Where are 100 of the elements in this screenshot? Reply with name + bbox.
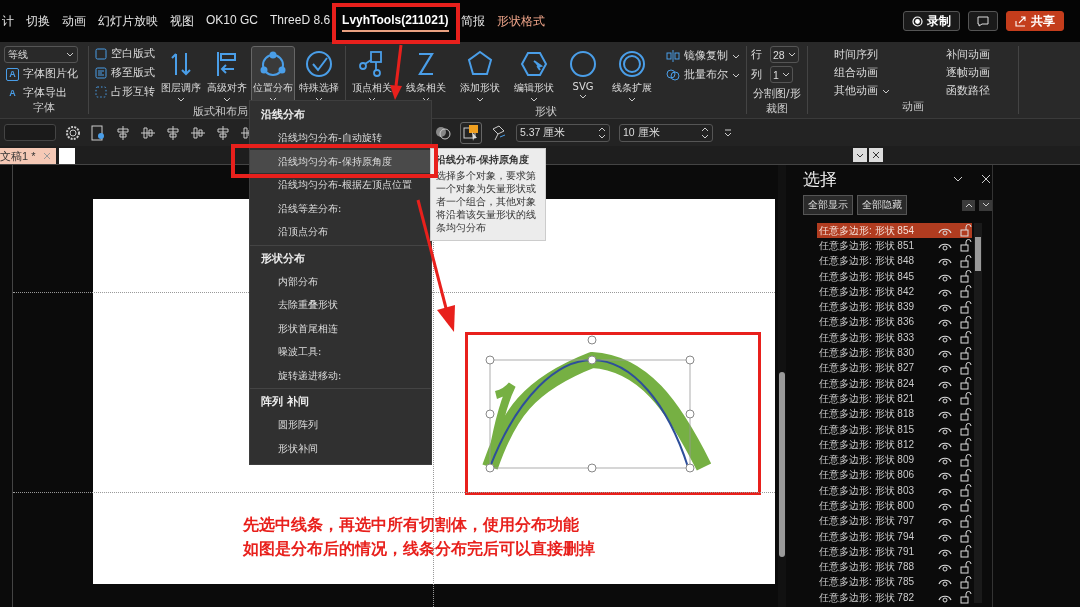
new-document-tab[interactable] — [59, 148, 76, 164]
ribbon-tab[interactable]: OK10 GC — [206, 13, 259, 32]
eye-icon[interactable] — [938, 363, 952, 374]
height-field[interactable]: 5.37 厘米 — [516, 123, 610, 142]
unlock-icon[interactable] — [960, 484, 972, 498]
more-icon[interactable] — [722, 126, 734, 139]
unlock-icon[interactable] — [960, 254, 972, 268]
unlock-icon[interactable] — [960, 270, 972, 284]
ribbon-button[interactable]: 组合动画 — [831, 64, 942, 82]
shape-list-item[interactable]: 任意多边形: 形状 803 — [817, 483, 972, 499]
eye-icon[interactable] — [938, 470, 952, 481]
shape-list-item[interactable]: 任意多边形: 形状 827 — [817, 360, 972, 376]
ribbon-button[interactable]: A 字体导出 — [4, 85, 84, 101]
close-icon[interactable] — [869, 148, 884, 162]
unlock-icon[interactable] — [960, 377, 972, 391]
ribbon-button[interactable]: 其他动画 — [831, 82, 942, 100]
comment-button[interactable] — [968, 11, 998, 31]
align-icon[interactable] — [215, 124, 231, 141]
eye-icon[interactable] — [938, 256, 952, 267]
menu-item[interactable]: 沿顶点分布 — [250, 220, 431, 244]
menu-item[interactable]: 沿线均匀分布-保持原角度 — [250, 149, 431, 173]
split-button[interactable]: 分割图/形 — [751, 86, 803, 102]
unlock-icon[interactable] — [960, 591, 972, 605]
unlock-icon[interactable] — [960, 361, 972, 375]
shape-list-item[interactable]: 任意多边形: 形状 848 — [817, 253, 972, 269]
shape-list-item[interactable]: 任意多边形: 形状 782 — [817, 590, 972, 606]
ribbon-tab[interactable]: 动画 — [62, 13, 86, 32]
menu-item[interactable]: 圆形阵列 — [250, 413, 431, 437]
ribbon-large-button[interactable]: SVG — [566, 46, 600, 105]
shape-list-item[interactable]: 任意多边形: 形状 806 — [817, 467, 972, 484]
eye-icon[interactable] — [938, 501, 952, 511]
shape-list-item[interactable]: 任意多边形: 形状 794 — [817, 528, 972, 545]
selection-pane-icon[interactable] — [460, 121, 482, 144]
unlock-icon[interactable] — [960, 392, 972, 406]
ribbon-button[interactable]: 补间动画 — [943, 46, 1004, 64]
unlock-icon[interactable] — [960, 499, 972, 513]
unlock-icon[interactable] — [960, 545, 972, 559]
frame-icon[interactable] — [90, 124, 106, 141]
shape-list-item[interactable]: 任意多边形: 形状 845 — [817, 268, 972, 285]
menu-item[interactable]: 形状首尾相连 — [250, 316, 431, 340]
unlock-icon[interactable] — [960, 315, 972, 329]
align-icon[interactable] — [115, 124, 131, 141]
menu-item[interactable]: 形状补间 — [250, 436, 431, 460]
unlock-icon[interactable] — [960, 453, 972, 467]
align-icon[interactable] — [190, 124, 206, 141]
shape-list-item[interactable]: 任意多边形: 形状 788 — [817, 559, 972, 575]
merge-shapes-icon[interactable] — [435, 124, 451, 141]
ribbon-large-button[interactable]: 线条相关 — [404, 46, 448, 105]
eye-icon[interactable] — [938, 302, 952, 313]
ribbon-tab[interactable]: 切换 — [26, 13, 50, 32]
ribbon-tab[interactable]: LvyhTools(211021) — [342, 13, 449, 32]
ribbon-button[interactable]: 函数路径 — [943, 82, 1004, 100]
ribbon-button[interactable]: 逐帧动画 — [943, 64, 1004, 82]
shape-list-item[interactable]: 任意多边形: 形状 836 — [817, 314, 972, 331]
ribbon-button[interactable]: 时间序列 — [831, 46, 942, 64]
column-count-select[interactable]: 1 — [770, 66, 793, 83]
unlock-icon[interactable] — [960, 285, 972, 299]
shape-list-item[interactable]: 任意多边形: 形状 833 — [817, 330, 972, 346]
ribbon-button[interactable]: 占形互转 — [93, 84, 157, 100]
row-count-select[interactable]: 28 — [770, 46, 799, 63]
menu-item[interactable]: 沿线等差分布: — [250, 196, 431, 220]
scrollbar[interactable] — [778, 165, 786, 607]
menu-item[interactable]: 去除重叠形状 — [250, 293, 431, 317]
ribbon-tab[interactable]: 视图 — [170, 13, 194, 32]
ribbon-button[interactable]: 空白版式 — [93, 46, 157, 62]
shape-list-item[interactable]: 任意多边形: 形状 824 — [817, 375, 972, 392]
shape-list-item[interactable]: 任意多边形: 形状 800 — [817, 498, 972, 514]
unlock-icon[interactable] — [960, 468, 972, 482]
ribbon-tab[interactable]: 简报 — [460, 13, 485, 32]
unlock-icon[interactable] — [960, 331, 972, 345]
width-field[interactable]: 10 厘米 — [619, 123, 713, 142]
ribbon-tab[interactable]: 计 — [2, 13, 14, 32]
menu-item[interactable]: 沿线均匀分布-根据左顶点位置 — [250, 173, 431, 197]
ribbon-large-button[interactable]: 添加形状 — [458, 46, 502, 105]
hide-all-button[interactable]: 全部隐藏 — [857, 195, 907, 215]
unlock-icon[interactable] — [960, 407, 972, 421]
eye-icon[interactable] — [938, 516, 952, 527]
spinner-arrows-icon[interactable] — [701, 126, 709, 139]
shape-list-item[interactable]: 任意多边形: 形状 785 — [817, 574, 972, 591]
scrollbar[interactable] — [974, 223, 982, 603]
ribbon-tab[interactable]: 幻灯片放映 — [98, 13, 158, 32]
share-button[interactable]: 共享 — [1006, 11, 1064, 31]
ribbon-button[interactable]: 批量布尔 — [664, 67, 742, 83]
unlock-icon[interactable] — [960, 514, 972, 528]
shape-list-item[interactable]: 任意多边形: 形状 839 — [817, 299, 972, 315]
ribbon-tab[interactable]: 形状格式 — [496, 13, 545, 32]
gear-icon[interactable] — [65, 124, 81, 141]
shape-list-item[interactable]: 任意多边形: 形状 791 — [817, 544, 972, 560]
shape-list-item[interactable]: 任意多边形: 形状 809 — [817, 452, 972, 468]
eye-icon[interactable] — [938, 455, 952, 466]
close-icon[interactable] — [980, 173, 992, 185]
document-tab[interactable]: 文稿1 * — [0, 148, 57, 164]
shape-list-item[interactable]: 任意多边形: 形状 797 — [817, 513, 972, 529]
align-icon[interactable] — [165, 124, 181, 141]
shape-list-item[interactable]: 任意多边形: 形状 818 — [817, 406, 972, 422]
shape-list-item[interactable]: 任意多边形: 形状 821 — [817, 391, 972, 407]
ribbon-large-button[interactable]: 图层调序 — [159, 46, 203, 105]
eye-icon[interactable] — [938, 409, 952, 420]
align-icon[interactable] — [140, 124, 156, 141]
eye-icon[interactable] — [938, 562, 952, 573]
